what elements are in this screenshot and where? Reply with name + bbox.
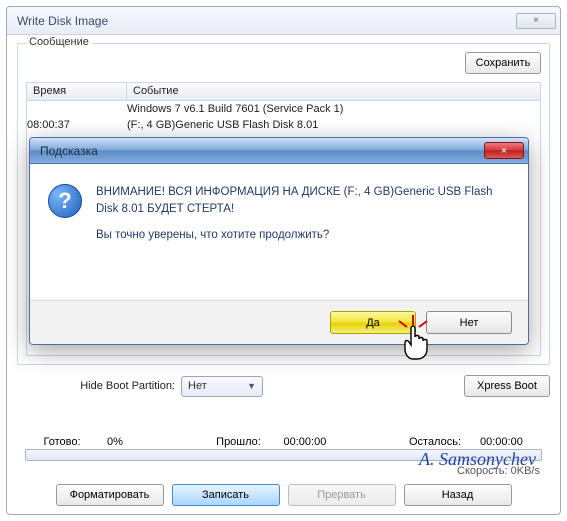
dialog-text: ВНИМАНИЕ! ВСЯ ИНФОРМАЦИЯ НА ДИСКЕ (F:, 4… [96,184,510,244]
write-label: Записать [202,489,249,501]
dialog-confirm: Вы точно уверены, что хотите продолжить? [96,229,329,241]
titlebar[interactable]: Write Disk Image × [7,7,560,35]
hide-boot-value: Нет [188,380,207,392]
dialog-warning: ВНИМАНИЕ! ВСЯ ИНФОРМАЦИЯ НА ДИСКЕ (F:, 4… [96,184,510,217]
format-label: Форматировать [70,489,150,501]
dialog-title: Подсказка [40,144,98,158]
remain-value: 00:00:00 [480,436,550,448]
yes-label: Да [366,317,380,329]
log-cell-event: (F:, 4 GB)Generic USB Flash Disk 8.01 [127,119,540,135]
abort-button: Прервать [288,484,396,506]
close-icon: × [533,15,539,26]
log-row[interactable]: 08:00:37 (F:, 4 GB)Generic USB Flash Dis… [27,119,540,135]
save-log-label: Сохранить [476,57,531,69]
log-cell-time [27,103,127,119]
dialog-button-bar: Да Нет [30,300,528,344]
abort-label: Прервать [317,489,366,501]
confirm-dialog: Подсказка × ? ВНИМАНИЕ! ВСЯ ИНФОРМАЦИЯ Н… [29,137,529,345]
chevron-down-icon: ▼ [247,381,256,391]
bottom-button-bar: Форматировать Записать Прервать Назад [17,484,550,506]
xpress-boot-label: Xpress Boot [477,380,537,392]
window-close-button[interactable]: × [516,13,556,29]
window-title: Write Disk Image [17,14,108,28]
format-button[interactable]: Форматировать [56,484,164,506]
back-button[interactable]: Назад [404,484,512,506]
log-header-time[interactable]: Время [27,83,127,100]
no-label: Нет [460,317,479,329]
back-label: Назад [442,489,474,501]
save-log-button[interactable]: Сохранить [465,52,541,74]
message-group-label: Сообщение [26,36,92,48]
log-cell-time: 08:00:37 [27,119,127,135]
dialog-body: ? ВНИМАНИЕ! ВСЯ ИНФОРМАЦИЯ НА ДИСКЕ (F:,… [30,164,528,252]
hide-boot-label: Hide Boot Partition: [17,380,181,392]
elapsed-label: Прошло: [194,436,284,448]
log-body: Windows 7 v6.1 Build 7601 (Service Pack … [27,101,540,137]
hide-boot-dropdown[interactable]: Нет ▼ [181,376,263,397]
remain-label: Осталось: [390,436,480,448]
ready-label: Готово: [17,436,107,448]
main-window: Write Disk Image × Сообщение Сохранить В… [6,6,561,515]
yes-button[interactable]: Да [330,311,416,334]
watermark: A. Samsonychev [419,449,536,470]
dialog-titlebar[interactable]: Подсказка × [30,138,528,164]
question-glyph: ? [58,188,71,214]
form-rows: Hide Boot Partition: Нет ▼ Xpress Boot [17,373,550,399]
dialog-close-button[interactable]: × [484,142,524,159]
elapsed-value: 00:00:00 [284,436,354,448]
log-header: Время Событие [27,83,540,101]
no-button[interactable]: Нет [426,311,512,334]
ready-value: 0% [107,436,157,448]
log-row[interactable]: Windows 7 v6.1 Build 7601 (Service Pack … [27,103,540,119]
xpress-boot-button[interactable]: Xpress Boot [464,375,550,397]
hide-boot-row: Hide Boot Partition: Нет ▼ Xpress Boot [17,373,550,399]
log-cell-event: Windows 7 v6.1 Build 7601 (Service Pack … [127,103,540,119]
question-icon: ? [48,184,82,218]
write-button[interactable]: Записать [172,484,280,506]
close-icon: × [501,145,507,157]
log-header-event[interactable]: Событие [127,83,540,100]
